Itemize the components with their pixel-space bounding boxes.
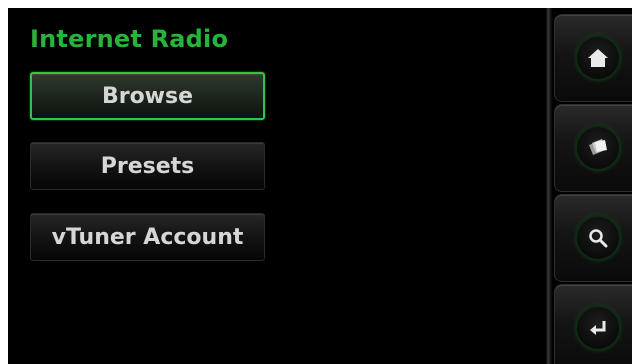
presets-button-label: Presets (100, 153, 195, 179)
home-icon (577, 37, 619, 79)
browse-button[interactable]: Browse (30, 72, 265, 120)
media-library-button[interactable] (554, 104, 632, 192)
page-title: Internet Radio (30, 25, 229, 53)
home-button[interactable] (554, 14, 632, 102)
back-button[interactable] (554, 284, 632, 364)
vtuner-account-button[interactable]: vTuner Account (30, 213, 265, 261)
side-panel-divider (546, 8, 552, 364)
browse-button-label: Browse (101, 83, 194, 109)
media-library-icon (577, 127, 619, 169)
radio-screen: Internet Radio Browse Presets vTuner Acc… (8, 8, 632, 364)
presets-button[interactable]: Presets (30, 142, 265, 190)
search-button[interactable] (554, 194, 632, 282)
vtuner-account-button-label: vTuner Account (51, 224, 244, 250)
search-icon (577, 217, 619, 259)
back-enter-icon (577, 307, 619, 349)
